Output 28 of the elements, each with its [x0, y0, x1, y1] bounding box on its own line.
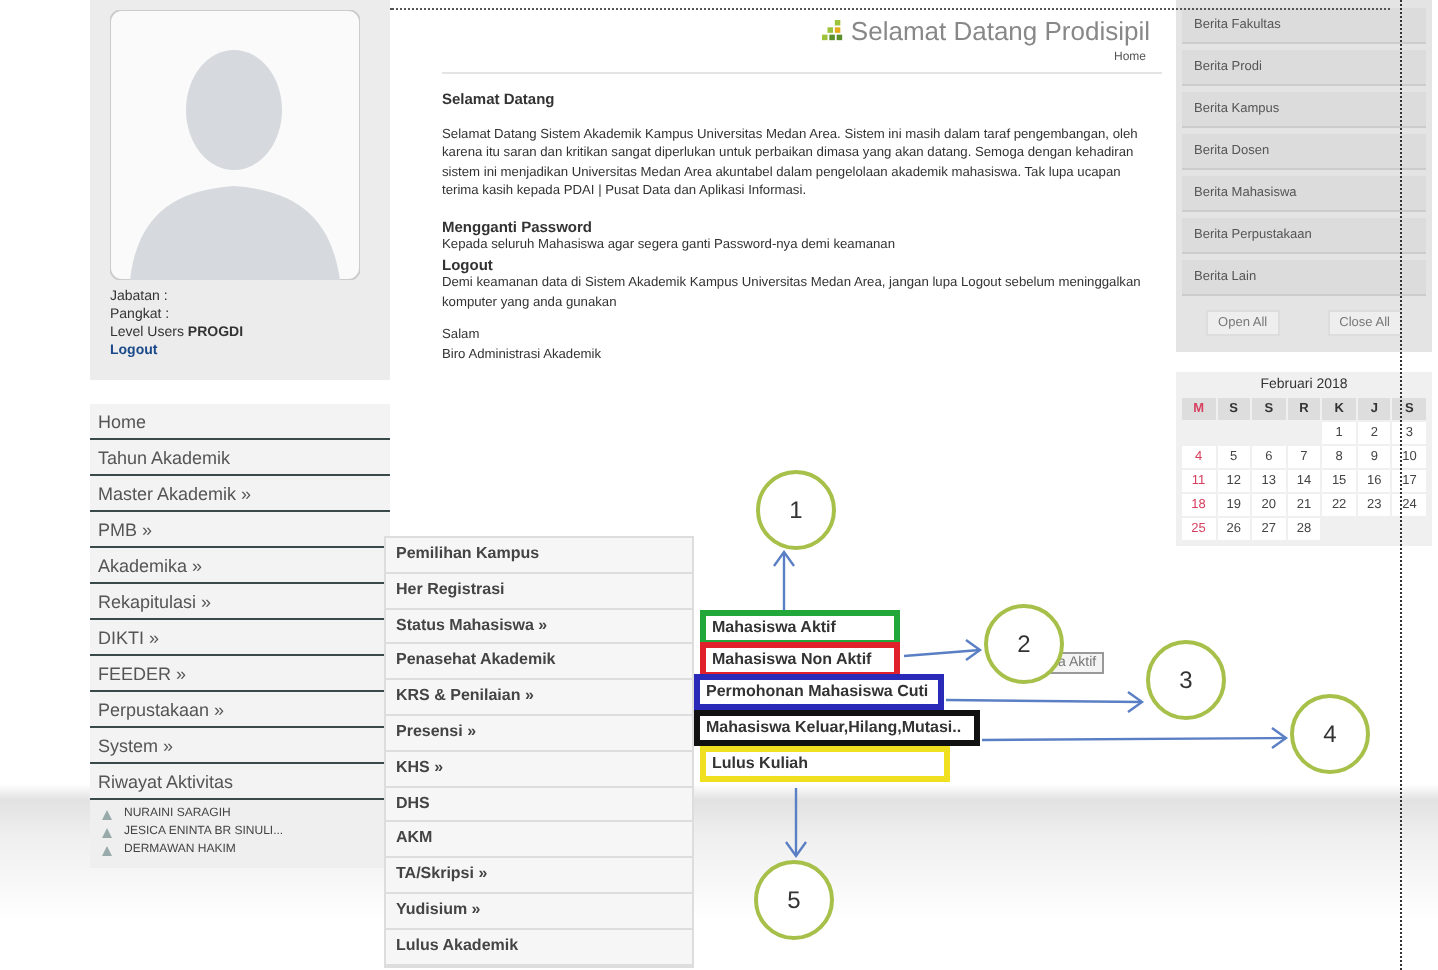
- menu-item[interactable]: Pemilihan Kampus: [386, 538, 692, 574]
- arrow: [785, 788, 807, 859]
- menu-item[interactable]: DHS: [386, 787, 692, 823]
- menu-item[interactable]: AKM: [386, 822, 692, 859]
- dots-icon: [822, 20, 845, 42]
- menu-item[interactable]: TA/Skripsi »: [386, 858, 692, 894]
- step-marker: 5: [754, 860, 834, 940]
- menu-item[interactable]: KRS & Penilaian »: [386, 680, 692, 716]
- nav-item[interactable]: Master Akademik »: [90, 476, 390, 512]
- menu-item[interactable]: Lulus Akademik: [386, 929, 692, 966]
- bullet-icon: [102, 845, 112, 855]
- nav-item[interactable]: Tahun Akademik: [90, 440, 390, 476]
- bullet-icon: [102, 827, 112, 837]
- avatar-icon: [110, 10, 360, 280]
- menu-item[interactable]: Presensi »: [386, 715, 692, 752]
- arrow: [773, 549, 795, 610]
- step-marker: 3: [1146, 640, 1226, 720]
- arrow: [903, 639, 983, 661]
- page-title: Selamat Datang Prodisipil: [850, 16, 1150, 46]
- bullet-icon: [102, 809, 112, 819]
- menu-item[interactable]: Status Mahasiswa »: [386, 609, 692, 645]
- step-marker: 1: [756, 470, 836, 550]
- nav-item[interactable]: Home: [90, 404, 390, 440]
- step-marker: 4: [1290, 694, 1370, 774]
- menu-item[interactable]: KHS »: [386, 751, 692, 788]
- menu-item[interactable]: Yudisium »: [386, 893, 692, 930]
- menu-item[interactable]: Penasehat Akademik: [386, 644, 692, 681]
- menu-item[interactable]: Her Registrasi: [386, 573, 692, 610]
